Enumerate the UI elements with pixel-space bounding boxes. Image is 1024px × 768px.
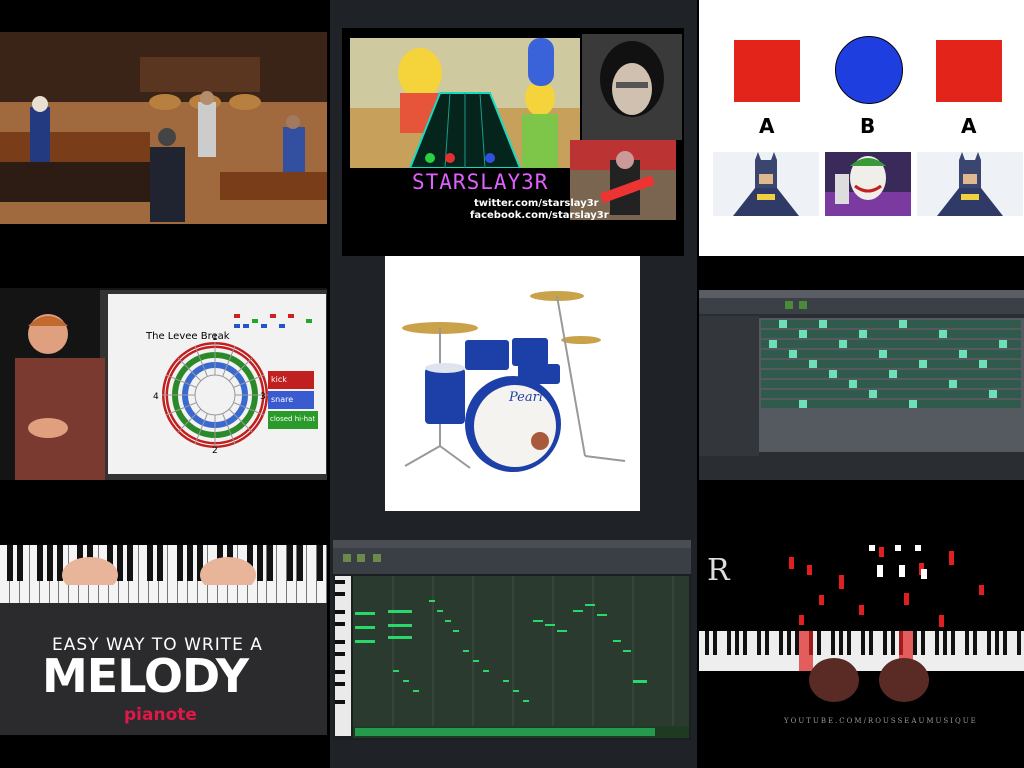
step-sequencer-screenshot [699, 290, 1024, 456]
channel-url: YOUTUBE.COM/ROUSSEAUMUSIQUE [784, 717, 978, 725]
simpsons-scene [350, 38, 580, 169]
thumbnail-drum-kit[interactable]: Pearl [385, 256, 640, 511]
ring-number-1: 1 [212, 333, 218, 343]
joker-icon [825, 152, 911, 216]
batman-icon [917, 152, 1023, 216]
thumbnail-marimba-ensemble[interactable] [0, 32, 327, 224]
shape-a1 [734, 40, 800, 102]
ring-number-3: 3 [260, 392, 266, 402]
thumbnail-guitar-hero[interactable]: STARSLAY3R twitter.com/starslay3r facebo… [342, 28, 684, 256]
radial-rhythm-wheel [162, 342, 268, 448]
thumbnail-levee-break[interactable]: The Levee Break 1 2 3 4 kick snare close… [0, 288, 327, 480]
pianote-logo: pianote [124, 705, 197, 725]
singer-portrait [582, 34, 682, 140]
batman-icon [713, 152, 819, 216]
drum-kit-icon [402, 291, 626, 472]
thumbnail-piano-roll[interactable] [333, 540, 691, 740]
legend-snare: snare [268, 391, 314, 409]
shape-b [835, 36, 903, 104]
thumbnail-aba-form[interactable]: A B A [699, 0, 1024, 256]
thumbnail-falling-notes-piano[interactable]: R YOUTUBE.COM/ROUSSEAUMUSIQUE [699, 545, 1024, 735]
shape-a2 [936, 40, 1002, 102]
twitter-link: twitter.com/starslay3r [474, 198, 599, 209]
label-b: B [860, 114, 876, 138]
marimba-ensemble-photo [0, 32, 327, 224]
woman-portrait-icon [582, 34, 682, 140]
thumbnail-easy-melody[interactable]: EASY WAY TO WRITE A MELODY pianote [0, 545, 327, 735]
ring-number-2: 2 [212, 446, 218, 456]
ring-number-4: 4 [153, 392, 159, 402]
legend-kick: kick [268, 371, 314, 389]
black-keys [7, 545, 323, 585]
piano-roll-screenshot [333, 540, 691, 738]
melody-title: MELODY [42, 649, 249, 703]
starslay3r-title: STARSLAY3R [412, 170, 549, 194]
video-thumbnail-grid: STARSLAY3R twitter.com/starslay3r facebo… [0, 0, 1024, 768]
legend-closed-hi-hat: closed hi-hat [268, 411, 318, 429]
facebook-link: facebook.com/starslay3r [470, 210, 609, 221]
drum-brand-logo: Pearl [509, 390, 543, 405]
label-a2: A [961, 114, 977, 138]
simpsons-characters-icon [350, 38, 580, 169]
thumbnail-step-sequencer[interactable] [699, 290, 1024, 480]
rhythm-grid [232, 312, 322, 330]
label-a1: A [759, 114, 775, 138]
falling-notes-visual [699, 545, 1024, 702]
